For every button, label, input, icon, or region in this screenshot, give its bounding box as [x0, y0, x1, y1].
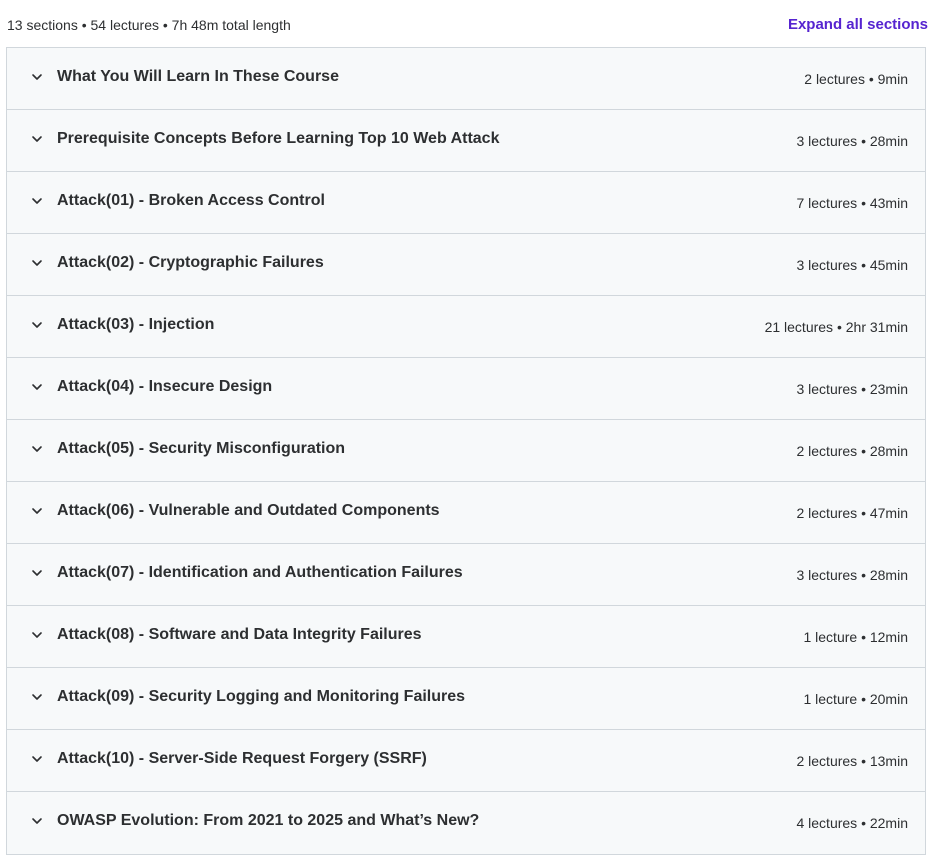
section-meta: 21 lectures • 2hr 31min [764, 319, 908, 335]
section-header[interactable]: Attack(05) - Security Misconfiguration 2… [7, 420, 925, 482]
expand-all-sections-button[interactable]: Expand all sections [788, 15, 928, 34]
section-header[interactable]: Attack(02) - Cryptographic Failures 3 le… [7, 234, 925, 296]
section-title: Attack(08) - Software and Data Integrity… [57, 626, 422, 643]
section-header[interactable]: Attack(10) - Server-Side Request Forgery… [7, 730, 925, 792]
chevron-down-icon [30, 256, 44, 270]
chevron-down-icon [30, 752, 44, 766]
section-meta: 2 lectures • 47min [796, 505, 908, 521]
curriculum-summary: 13 sections • 54 lectures • 7h 48m total… [7, 17, 291, 33]
chevron-down-icon [30, 442, 44, 456]
chevron-down-icon [30, 814, 44, 828]
section-header[interactable]: What You Will Learn In These Course 2 le… [7, 48, 925, 110]
section-meta: 3 lectures • 28min [796, 567, 908, 583]
section-title: Attack(06) - Vulnerable and Outdated Com… [57, 502, 440, 519]
section-meta: 1 lecture • 20min [803, 691, 908, 707]
section-meta: 1 lecture • 12min [803, 629, 908, 645]
section-meta: 2 lectures • 13min [796, 753, 908, 769]
section-meta: 3 lectures • 28min [796, 133, 908, 149]
section-header[interactable]: Attack(01) - Broken Access Control 7 lec… [7, 172, 925, 234]
chevron-down-icon [30, 70, 44, 84]
section-title: Attack(10) - Server-Side Request Forgery… [57, 750, 427, 767]
section-title: Attack(04) - Insecure Design [57, 378, 273, 395]
section-header[interactable]: OWASP Evolution: From 2021 to 2025 and W… [7, 792, 925, 854]
section-title: What You Will Learn In These Course [57, 68, 339, 85]
section-meta: 4 lectures • 22min [796, 815, 908, 831]
section-header[interactable]: Attack(03) - Injection 21 lectures • 2hr… [7, 296, 925, 358]
section-meta: 2 lectures • 28min [796, 443, 908, 459]
section-title: Attack(01) - Broken Access Control [57, 192, 325, 209]
section-list: What You Will Learn In These Course 2 le… [6, 47, 926, 855]
section-meta: 2 lectures • 9min [804, 71, 908, 87]
section-header[interactable]: Attack(07) - Identification and Authenti… [7, 544, 925, 606]
section-title: Prerequisite Concepts Before Learning To… [57, 130, 500, 147]
chevron-down-icon [30, 132, 44, 146]
section-title: Attack(03) - Injection [57, 316, 215, 333]
section-header[interactable]: Prerequisite Concepts Before Learning To… [7, 110, 925, 172]
chevron-down-icon [30, 194, 44, 208]
section-header[interactable]: Attack(04) - Insecure Design 3 lectures … [7, 358, 925, 420]
section-title: Attack(07) - Identification and Authenti… [57, 564, 463, 581]
chevron-down-icon [30, 318, 44, 332]
chevron-down-icon [30, 690, 44, 704]
section-header[interactable]: Attack(09) - Security Logging and Monito… [7, 668, 925, 730]
section-meta: 3 lectures • 23min [796, 381, 908, 397]
section-meta: 7 lectures • 43min [796, 195, 908, 211]
section-header[interactable]: Attack(08) - Software and Data Integrity… [7, 606, 925, 668]
chevron-down-icon [30, 566, 44, 580]
chevron-down-icon [30, 380, 44, 394]
chevron-down-icon [30, 628, 44, 642]
section-title: Attack(02) - Cryptographic Failures [57, 254, 324, 271]
section-title: Attack(09) - Security Logging and Monito… [57, 688, 466, 705]
curriculum-header: 13 sections • 54 lectures • 7h 48m total… [0, 0, 934, 47]
section-meta: 3 lectures • 45min [796, 257, 908, 273]
chevron-down-icon [30, 504, 44, 518]
section-title: OWASP Evolution: From 2021 to 2025 and W… [57, 812, 480, 829]
section-header[interactable]: Attack(06) - Vulnerable and Outdated Com… [7, 482, 925, 544]
section-title: Attack(05) - Security Misconfiguration [57, 440, 346, 457]
